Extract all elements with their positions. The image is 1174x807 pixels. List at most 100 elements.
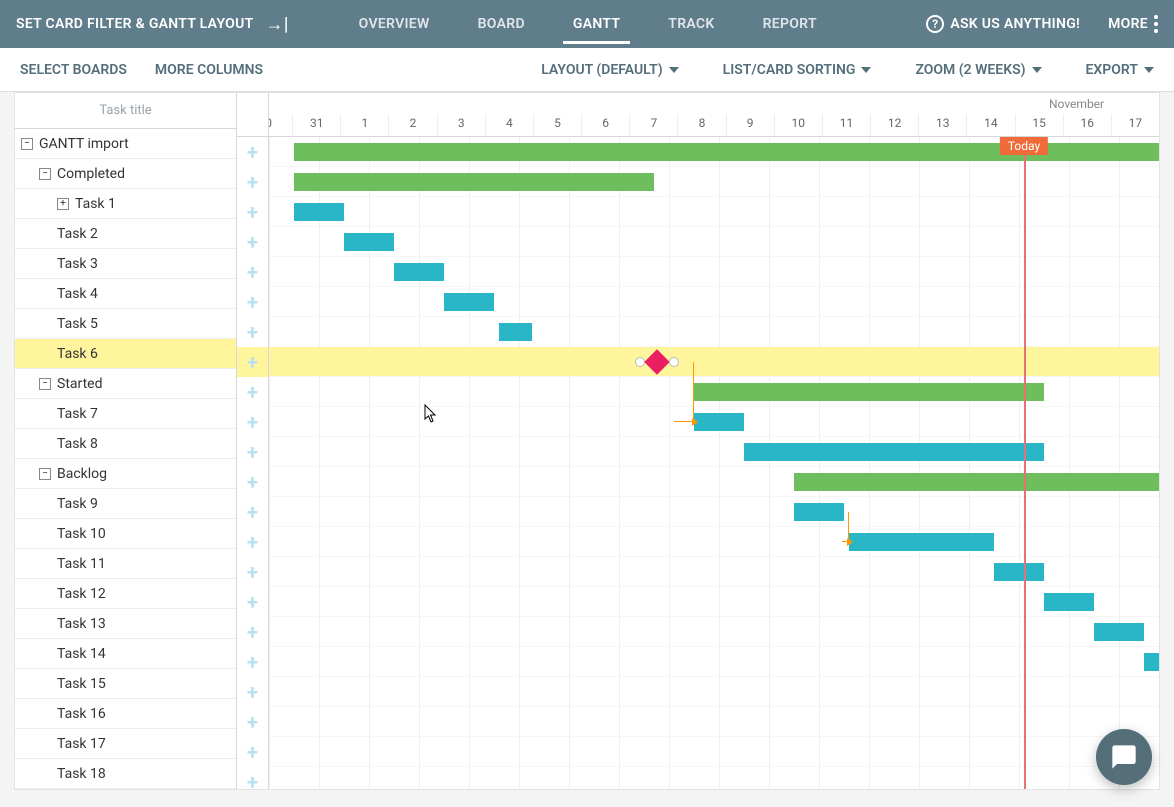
- task-row[interactable]: Task 12: [15, 579, 236, 609]
- gantt-bar[interactable]: [444, 293, 494, 311]
- add-task-icon[interactable]: +: [247, 530, 258, 554]
- tab-track[interactable]: TRACK: [668, 4, 714, 44]
- task-row[interactable]: Task 9: [15, 489, 236, 519]
- task-row[interactable]: Task 13: [15, 609, 236, 639]
- collapse-icon[interactable]: −: [39, 378, 51, 390]
- add-task-icon[interactable]: +: [247, 590, 258, 614]
- task-title-header: Task title: [15, 93, 236, 129]
- task-row[interactable]: Task 3: [15, 249, 236, 279]
- task-row[interactable]: Task 18: [15, 759, 236, 789]
- task-row[interactable]: Task 6: [15, 339, 236, 369]
- add-task-icon[interactable]: +: [247, 710, 258, 734]
- expand-icon[interactable]: +: [57, 198, 69, 210]
- task-row[interactable]: −Completed: [15, 159, 236, 189]
- gantt-bar[interactable]: [499, 323, 532, 341]
- tab-gantt[interactable]: GANTT: [573, 4, 620, 44]
- export-dropdown[interactable]: EXPORT: [1086, 62, 1154, 78]
- chevron-down-icon: [1032, 67, 1042, 73]
- kebab-icon: [1154, 15, 1158, 33]
- gantt-bar[interactable]: [794, 503, 844, 521]
- today-line: [1024, 137, 1026, 789]
- arrow-right-bar-icon: →|: [266, 14, 289, 35]
- gantt-bar[interactable]: [994, 563, 1044, 581]
- add-task-icon[interactable]: +: [247, 320, 258, 344]
- milestone[interactable]: [644, 349, 669, 374]
- add-task-icon[interactable]: +: [247, 170, 258, 194]
- task-row[interactable]: +Task 1: [15, 189, 236, 219]
- chevron-down-icon: [1144, 67, 1154, 73]
- task-row[interactable]: Task 15: [15, 669, 236, 699]
- gantt-chart[interactable]: November 0311234567891011121314151617 To…: [269, 93, 1159, 789]
- task-row[interactable]: −Backlog: [15, 459, 236, 489]
- add-task-icon[interactable]: +: [247, 230, 258, 254]
- add-task-icon[interactable]: +: [247, 350, 258, 374]
- tab-board[interactable]: BOARD: [478, 4, 525, 44]
- filter-layout-button[interactable]: SET CARD FILTER & GANTT LAYOUT →|: [16, 14, 289, 35]
- gantt-bar[interactable]: [694, 413, 744, 431]
- gantt-bar[interactable]: [1094, 623, 1144, 641]
- layout-dropdown[interactable]: LAYOUT (DEFAULT): [541, 62, 678, 78]
- add-task-icon[interactable]: +: [247, 680, 258, 704]
- day-header: 12: [870, 114, 918, 136]
- today-label: Today: [1000, 137, 1048, 155]
- gantt-bar[interactable]: [849, 533, 994, 551]
- gantt-bar[interactable]: [794, 473, 1159, 491]
- add-task-icon[interactable]: +: [247, 500, 258, 524]
- add-task-icon[interactable]: +: [247, 770, 258, 794]
- add-task-icon[interactable]: +: [247, 290, 258, 314]
- task-label: Task 9: [57, 496, 98, 512]
- add-task-icon[interactable]: +: [247, 560, 258, 584]
- dependency-link: [674, 362, 694, 422]
- task-label: Task 14: [57, 646, 106, 662]
- day-header: 11: [822, 114, 870, 136]
- day-header: 10: [774, 114, 822, 136]
- add-task-icon[interactable]: +: [247, 380, 258, 404]
- add-task-icon[interactable]: +: [247, 200, 258, 224]
- more-button[interactable]: MORE: [1108, 15, 1158, 33]
- tab-overview[interactable]: OVERVIEW: [359, 4, 430, 44]
- gantt-bar[interactable]: [744, 443, 1044, 461]
- add-task-icon[interactable]: +: [247, 440, 258, 464]
- add-task-icon[interactable]: +: [247, 260, 258, 284]
- chat-icon: [1110, 743, 1138, 771]
- task-row[interactable]: Task 8: [15, 429, 236, 459]
- chat-button[interactable]: [1096, 729, 1152, 785]
- gantt-bar[interactable]: [1044, 593, 1094, 611]
- gantt-bar[interactable]: [394, 263, 444, 281]
- gantt-bar[interactable]: [294, 173, 654, 191]
- zoom-dropdown[interactable]: ZOOM (2 WEEKS): [915, 62, 1041, 78]
- task-label: Task 15: [57, 676, 106, 692]
- tab-report[interactable]: REPORT: [763, 4, 817, 44]
- task-label: Task 12: [57, 586, 106, 602]
- more-columns-button[interactable]: MORE COLUMNS: [155, 62, 263, 78]
- day-header: 5: [533, 114, 581, 136]
- gantt-bar[interactable]: [344, 233, 394, 251]
- collapse-icon[interactable]: −: [21, 138, 33, 150]
- collapse-icon[interactable]: −: [39, 468, 51, 480]
- add-task-icon[interactable]: +: [247, 410, 258, 434]
- add-task-icon[interactable]: +: [247, 140, 258, 164]
- task-row[interactable]: Task 17: [15, 729, 236, 759]
- add-task-icon[interactable]: +: [247, 650, 258, 674]
- task-row[interactable]: Task 14: [15, 639, 236, 669]
- gantt-bar[interactable]: [294, 203, 344, 221]
- add-task-icon[interactable]: +: [247, 470, 258, 494]
- task-label: Task 2: [57, 226, 98, 242]
- add-task-icon[interactable]: +: [247, 740, 258, 764]
- task-row[interactable]: Task 11: [15, 549, 236, 579]
- collapse-icon[interactable]: −: [39, 168, 51, 180]
- task-row[interactable]: Task 5: [15, 309, 236, 339]
- gantt-bar[interactable]: [694, 383, 1044, 401]
- add-task-icon[interactable]: +: [247, 620, 258, 644]
- task-row[interactable]: −GANTT import: [15, 129, 236, 159]
- sorting-dropdown[interactable]: LIST/CARD SORTING: [723, 62, 872, 78]
- task-row[interactable]: Task 16: [15, 699, 236, 729]
- ask-us-anything-button[interactable]: ? ASK US ANYTHING!: [926, 15, 1080, 33]
- task-row[interactable]: Task 2: [15, 219, 236, 249]
- select-boards-button[interactable]: SELECT BOARDS: [20, 62, 127, 78]
- task-row[interactable]: −Started: [15, 369, 236, 399]
- task-row[interactable]: Task 10: [15, 519, 236, 549]
- task-row[interactable]: Task 7: [15, 399, 236, 429]
- task-row[interactable]: Task 4: [15, 279, 236, 309]
- gantt-bar[interactable]: [1144, 653, 1159, 671]
